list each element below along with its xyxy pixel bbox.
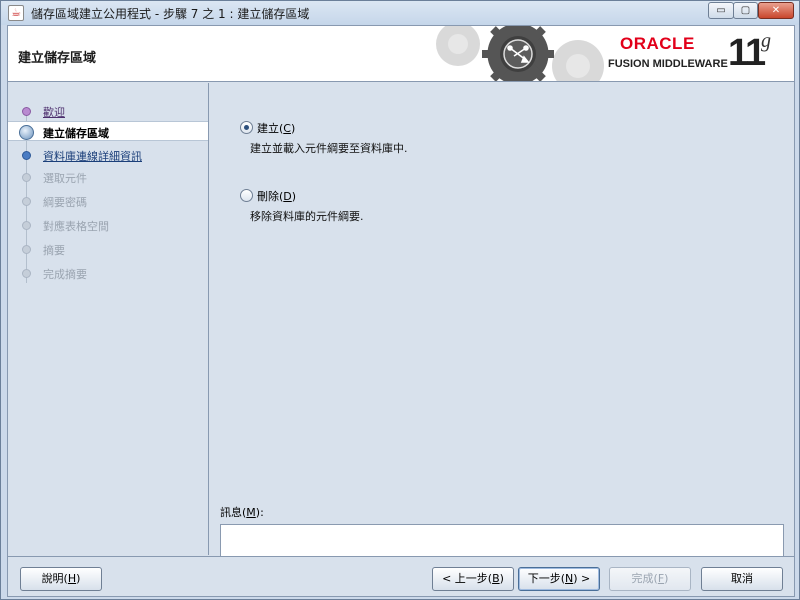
- installer-window: ☕ 儲存區域建立公用程式 - 步驟 7 之 1 : 建立儲存區域 ▭ ▢ ✕ 建…: [0, 0, 800, 600]
- step-current-icon: [19, 125, 34, 140]
- step-label: 綱要密碼: [43, 196, 87, 209]
- title-bar[interactable]: ☕ 儲存區域建立公用程式 - 步驟 7 之 1 : 建立儲存區域 ▭ ▢ ✕: [1, 1, 799, 25]
- step-label: 歡迎: [43, 106, 65, 119]
- step-label: 摘要: [43, 244, 65, 257]
- step-disabled-icon: [22, 245, 31, 254]
- step-label: 資料庫連線詳細資訊: [43, 150, 142, 163]
- gears-graphic-icon: [436, 26, 604, 81]
- step-label: 建立儲存區域: [43, 127, 109, 140]
- window-title: 儲存區域建立公用程式 - 步驟 7 之 1 : 建立儲存區域: [31, 7, 310, 21]
- step-label: 對應表格空間: [43, 220, 109, 233]
- version-suffix: g: [761, 30, 771, 52]
- version-number: 11: [728, 32, 766, 74]
- step-visited-icon: [22, 107, 31, 116]
- wizard-content: 建立儲存區域 ORACLE FUSION MIDDLEWARE 11 g 歡迎 …: [7, 25, 795, 597]
- step-disabled-icon: [22, 197, 31, 206]
- back-button[interactable]: < 上一步(B): [432, 567, 514, 591]
- step-select-components: 選取元件: [8, 167, 208, 187]
- messages-label: 訊息(M):: [220, 506, 264, 519]
- java-app-icon: ☕: [8, 5, 24, 21]
- step-completion-summary: 完成摘要: [8, 263, 208, 283]
- next-button[interactable]: 下一步(N) >: [518, 567, 600, 591]
- step-disabled-icon: [22, 269, 31, 278]
- minimize-button[interactable]: ▭: [708, 2, 734, 19]
- create-radio-label[interactable]: 建立(C): [257, 120, 295, 136]
- fusion-middleware-text: FUSION MIDDLEWARE: [608, 58, 728, 70]
- page-title: 建立儲存區域: [18, 51, 97, 66]
- drop-radio-label[interactable]: 刪除(D): [257, 188, 296, 204]
- main-panel: 建立(C) 建立並載入元件綱要至資料庫中. 刪除(D) 移除資料庫的元件綱要. …: [210, 83, 794, 580]
- step-label: 完成摘要: [43, 268, 87, 281]
- create-radio[interactable]: [240, 121, 253, 134]
- drop-radio[interactable]: [240, 189, 253, 202]
- step-create-repository[interactable]: 建立儲存區域: [8, 121, 208, 141]
- step-disabled-icon: [22, 173, 31, 182]
- oracle-wordmark: ORACLE: [620, 34, 695, 53]
- step-welcome[interactable]: 歡迎: [8, 101, 208, 121]
- step-disabled-icon: [22, 221, 31, 230]
- create-description: 建立並載入元件綱要至資料庫中.: [250, 142, 408, 155]
- wizard-header: 建立儲存區域 ORACLE FUSION MIDDLEWARE 11 g: [8, 26, 794, 82]
- step-database-connection[interactable]: 資料庫連線詳細資訊: [8, 145, 208, 165]
- step-map-tablespaces: 對應表格空間: [8, 215, 208, 235]
- drop-description: 移除資料庫的元件綱要.: [250, 210, 364, 223]
- step-schema-passwords: 綱要密碼: [8, 191, 208, 211]
- step-summary: 摘要: [8, 239, 208, 259]
- cancel-button[interactable]: 取消: [701, 567, 783, 591]
- step-next-icon: [22, 151, 31, 160]
- finish-button: 完成(F): [609, 567, 691, 591]
- button-bar: 說明(H) < 上一步(B) 下一步(N) > 完成(F) 取消: [8, 556, 794, 596]
- step-label: 選取元件: [43, 172, 87, 185]
- maximize-button[interactable]: ▢: [733, 2, 758, 19]
- help-button[interactable]: 說明(H): [20, 567, 102, 591]
- close-button[interactable]: ✕: [758, 2, 794, 19]
- step-navigator: 歡迎 建立儲存區域 資料庫連線詳細資訊 選取元件 綱要密碼 對應表格空間 摘要 …: [8, 83, 209, 555]
- oracle-fusion-logo: ORACLE FUSION MIDDLEWARE 11 g: [606, 30, 786, 78]
